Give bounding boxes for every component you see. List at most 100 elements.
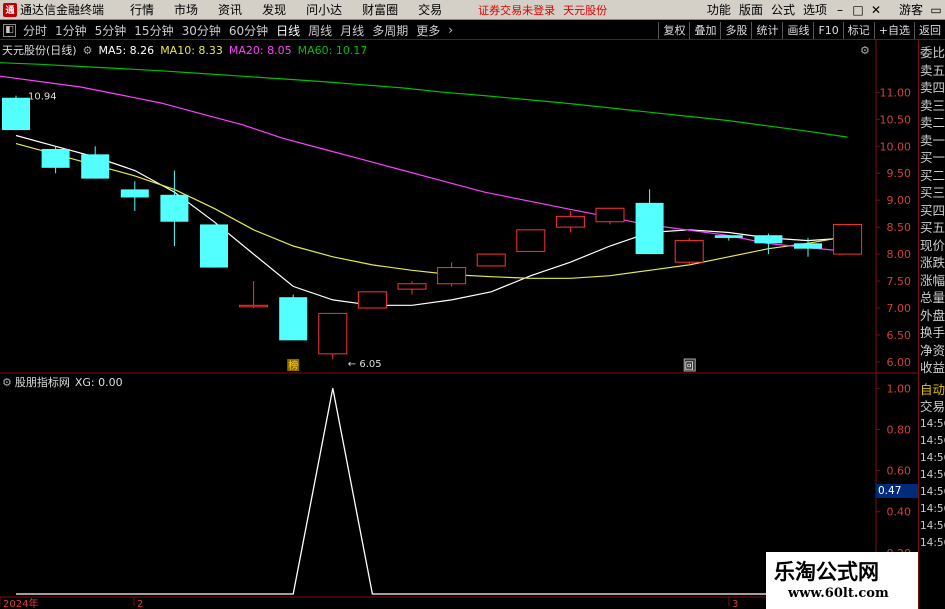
menu-caifuquan[interactable]: 财富圈 xyxy=(352,1,408,18)
period-multi[interactable]: 多周期 xyxy=(368,22,412,39)
tool-back[interactable]: 返回 xyxy=(914,21,945,39)
side-earnings[interactable]: 收益 xyxy=(919,359,945,377)
watermark-title: 乐淘公式网 xyxy=(774,559,879,584)
xg-line xyxy=(16,388,848,595)
close-button[interactable]: ✕ xyxy=(867,3,885,17)
current-stock-name: 天元股份 xyxy=(563,3,608,17)
menu-shichang[interactable]: 市场 xyxy=(164,1,208,18)
ma-legend: 天元股份(日线) ⚙ MA5: 8.26 MA10: 8.33 MA20: 8.… xyxy=(2,42,373,58)
menu-faxian[interactable]: 发现 xyxy=(252,1,296,18)
marker-hui: 回 xyxy=(685,361,694,372)
tool-biaoji[interactable]: 标记 xyxy=(842,21,874,39)
side-sell5[interactable]: 卖五 xyxy=(919,62,945,80)
chart-canvas[interactable]: 11.00 10.50 10.00 9.50 9.00 8.50 8.00 7.50 7.00 6… xyxy=(0,40,918,609)
candle-body xyxy=(437,267,467,285)
period-more[interactable]: 更多 xyxy=(412,22,444,39)
trade-time: 14:56 xyxy=(920,519,945,532)
price-tick-label: 9.50 xyxy=(887,167,912,180)
menu-wenxiaoda[interactable]: 问小达 xyxy=(296,1,352,18)
maximize-button[interactable]: □ xyxy=(849,3,867,17)
period-30min[interactable]: 30分钟 xyxy=(178,22,225,39)
side-turnover[interactable]: 换手 xyxy=(919,324,945,342)
candle-body xyxy=(555,215,585,228)
settings-gear-icon[interactable]: ⚙ xyxy=(83,44,93,57)
settings-gear-icon[interactable]: ⚙ xyxy=(2,376,12,389)
menu-gongshi[interactable]: 公式 xyxy=(767,1,799,18)
menu-gongneng[interactable]: 功能 xyxy=(703,1,735,18)
side-outer[interactable]: 外盘 xyxy=(919,307,945,325)
period-60min[interactable]: 60分钟 xyxy=(225,22,272,39)
side-trade[interactable]: 交易 xyxy=(919,398,945,416)
period-15min[interactable]: 15分钟 xyxy=(130,22,177,39)
side-weibi[interactable]: 委比 xyxy=(919,44,945,62)
candle-body xyxy=(397,283,427,290)
side-buy2[interactable]: 买二 xyxy=(919,167,945,185)
tool-diejia[interactable]: 叠加 xyxy=(689,21,720,39)
app-logo-icon: 通 xyxy=(3,2,17,17)
candle-body xyxy=(318,312,348,355)
period-weekly[interactable]: 周线 xyxy=(304,22,336,39)
candle-body xyxy=(833,223,863,255)
price-tick-label: 6.50 xyxy=(887,329,912,342)
tool-f10[interactable]: F10 xyxy=(813,21,842,39)
toggle-panel-icon[interactable]: ◧ xyxy=(3,23,16,37)
chevron-right-icon[interactable]: › xyxy=(444,23,457,37)
guest-user-label[interactable]: 游客 xyxy=(899,1,923,18)
menu-hangqing[interactable]: 行情 xyxy=(120,1,164,18)
xg-current-value: 0.47 xyxy=(876,484,918,498)
side-sell4[interactable]: 卖四 xyxy=(919,79,945,97)
x-tick-label: 2024年 xyxy=(3,597,38,609)
side-buy3[interactable]: 买三 xyxy=(919,184,945,202)
xg-value-label: XG: 0.00 xyxy=(74,375,123,389)
side-volume[interactable]: 总量 xyxy=(919,289,945,307)
candle-body xyxy=(81,154,110,179)
price-tick-label: 10.00 xyxy=(880,140,912,153)
candle-body xyxy=(2,97,30,131)
menu-jiaoyi[interactable]: 交易 xyxy=(408,1,452,18)
side-change[interactable]: 涨跌 xyxy=(919,254,945,272)
quote-side-panel: 委比 卖五 卖四 卖三 卖二 卖一 买一 买二 买三 买四 买五 现价 涨跌 涨… xyxy=(918,40,945,609)
menu-xuanxiang[interactable]: 选项 xyxy=(799,1,831,18)
watermark-logo: 乐淘公式网 www.60lt.com xyxy=(766,552,918,609)
side-buy4[interactable]: 买四 xyxy=(919,202,945,220)
menu-banmian[interactable]: 版面 xyxy=(735,1,767,18)
ma20-line xyxy=(0,75,848,252)
minimize-button[interactable]: – xyxy=(831,3,849,17)
side-change-pct[interactable]: 涨幅 xyxy=(919,272,945,290)
trade-time: 14:56 xyxy=(920,485,945,498)
candle-body xyxy=(794,243,822,249)
period-monthly[interactable]: 月线 xyxy=(336,22,368,39)
candle-body xyxy=(160,194,189,222)
side-buy1[interactable]: 买一 xyxy=(919,149,945,167)
tool-huaxian[interactable]: 画线 xyxy=(782,21,813,39)
x-tick-label: 2 xyxy=(137,599,143,609)
side-auto[interactable]: 自动 xyxy=(919,381,945,399)
period-fenshi[interactable]: 分时 xyxy=(19,22,51,39)
watermark-url: www.60lt.com xyxy=(788,586,889,601)
candle-body xyxy=(357,291,387,309)
side-sell1[interactable]: 卖一 xyxy=(919,132,945,150)
period-1min[interactable]: 1分钟 xyxy=(51,22,91,39)
trade-login-notice[interactable]: 证券交易未登录 xyxy=(478,2,555,18)
period-daily[interactable]: 日线 xyxy=(272,22,304,39)
tool-tongji[interactable]: 统计 xyxy=(751,21,782,39)
side-sell3[interactable]: 卖三 xyxy=(919,97,945,115)
restore-button[interactable]: ▭ xyxy=(927,3,945,17)
sub-tick-label: 0.40 xyxy=(887,506,912,519)
price-tick-label: 7.50 xyxy=(887,275,912,288)
chart-option-icon: ⚙ xyxy=(860,44,870,57)
sub-tick-label: 0.80 xyxy=(887,423,912,436)
tool-duogu[interactable]: 多股 xyxy=(720,21,751,39)
side-sell2[interactable]: 卖二 xyxy=(919,114,945,132)
ma5-label: MA5: 8.26 xyxy=(98,43,155,57)
period-5min[interactable]: 5分钟 xyxy=(91,22,131,39)
ma5-line xyxy=(15,134,848,306)
tool-add-watchlist[interactable]: +自选 xyxy=(873,21,914,39)
menu-zixun[interactable]: 资讯 xyxy=(208,1,252,18)
side-net-asset[interactable]: 净资 xyxy=(919,342,945,360)
side-price[interactable]: 现价 xyxy=(919,237,945,255)
candle-body xyxy=(279,297,308,341)
side-buy5[interactable]: 买五 xyxy=(919,219,945,237)
tool-fuquan[interactable]: 复权 xyxy=(658,21,689,39)
candle-body xyxy=(239,304,269,308)
